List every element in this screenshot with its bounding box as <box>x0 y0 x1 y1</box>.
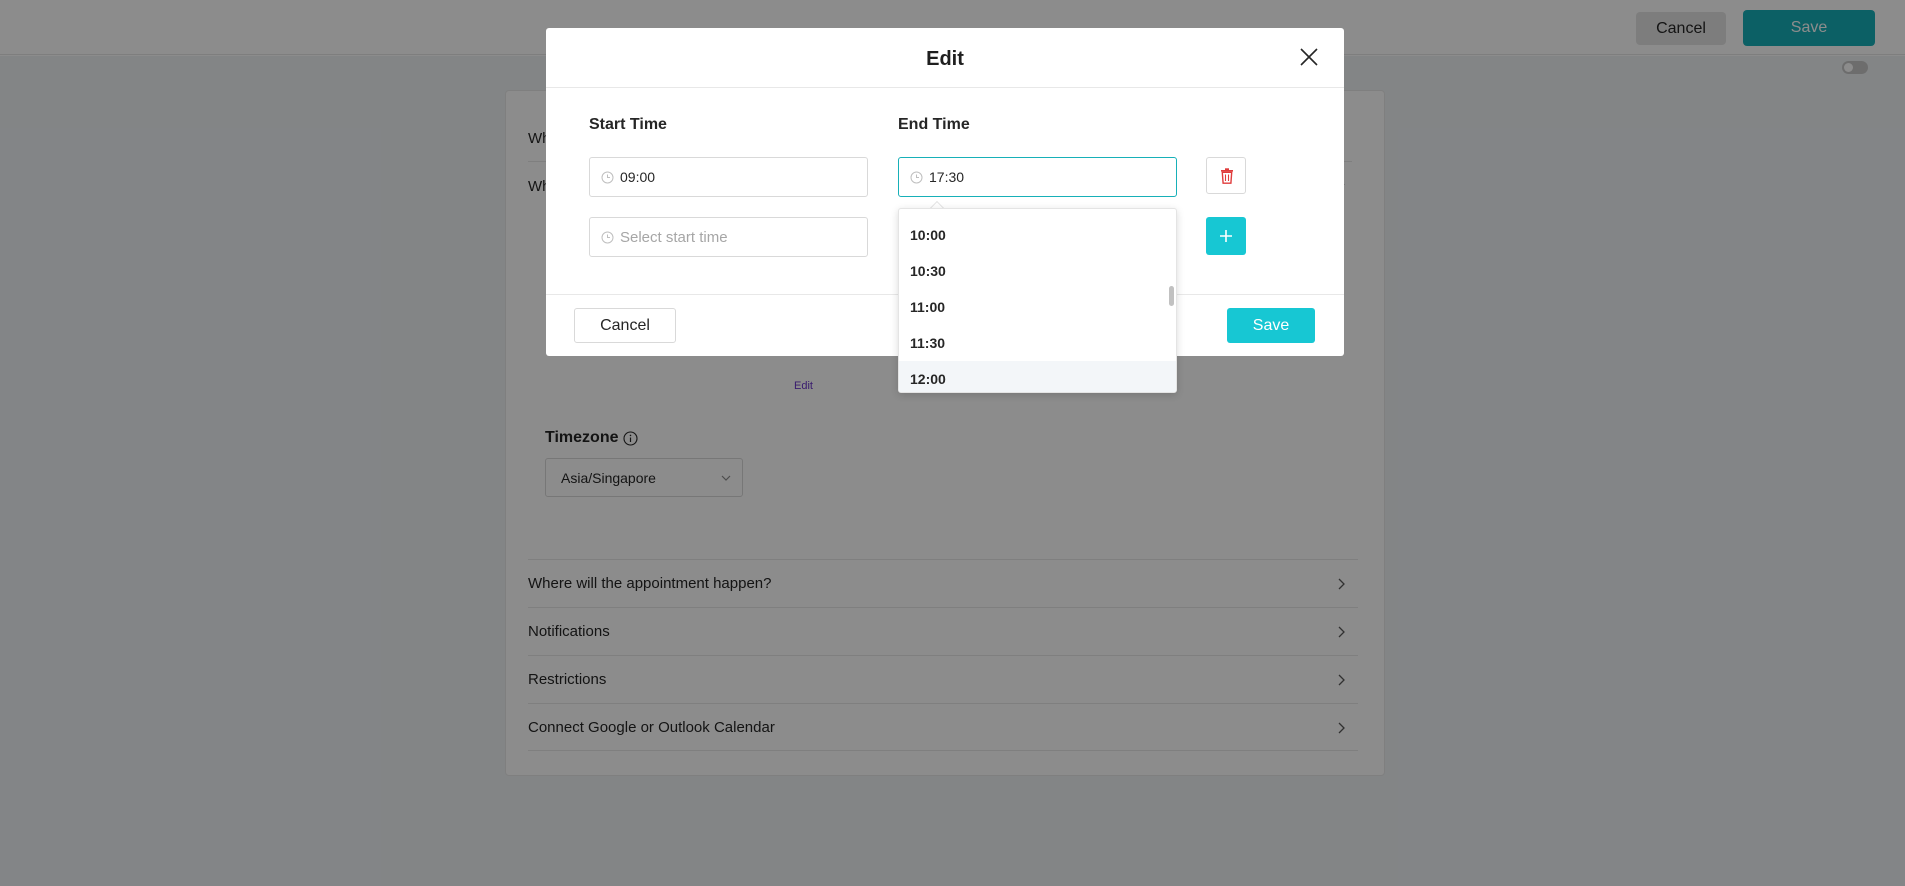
time-option-label: 11:30 <box>910 335 946 351</box>
end-time-value: 17:30 <box>929 169 965 185</box>
trash-icon <box>1221 168 1233 184</box>
delete-row-button[interactable] <box>1206 157 1246 194</box>
end-time-input[interactable]: 17:30 <box>898 157 1177 197</box>
clock-icon <box>601 231 614 244</box>
plus-icon <box>1220 230 1232 242</box>
time-option[interactable]: 11:30 <box>899 325 1176 361</box>
time-option-label: 11:00 <box>910 299 946 315</box>
clock-icon <box>601 171 614 184</box>
start-time-value: 09:00 <box>620 169 656 185</box>
close-icon[interactable] <box>1298 46 1320 68</box>
modal-header: Edit <box>546 28 1344 88</box>
time-option[interactable]: 10:30 <box>899 253 1176 289</box>
clock-icon <box>910 171 923 184</box>
new-start-time-input[interactable]: Select start time <box>589 217 868 257</box>
modal-cancel-button[interactable]: Cancel <box>574 308 676 343</box>
start-time-label: Start Time <box>589 116 667 133</box>
end-time-label: End Time <box>898 116 970 133</box>
start-time-input[interactable]: 09:00 <box>589 157 868 197</box>
modal-save-button[interactable]: Save <box>1227 308 1315 343</box>
modal-title: Edit <box>926 48 964 70</box>
end-time-dropdown: 10:00 10:30 11:00 11:30 12:00 <box>898 208 1177 393</box>
dropdown-scrollbar[interactable] <box>1169 286 1174 306</box>
time-option-label: 12:00 <box>910 371 946 387</box>
new-start-time-placeholder: Select start time <box>620 229 728 246</box>
time-option[interactable]: 11:00 <box>899 289 1176 325</box>
time-option-label: 10:30 <box>910 263 946 279</box>
time-option-hovered[interactable]: 12:00 <box>899 361 1176 392</box>
time-option-label: 10:00 <box>910 227 946 243</box>
add-row-button[interactable] <box>1206 217 1246 255</box>
time-option[interactable]: 10:00 <box>899 217 1176 253</box>
